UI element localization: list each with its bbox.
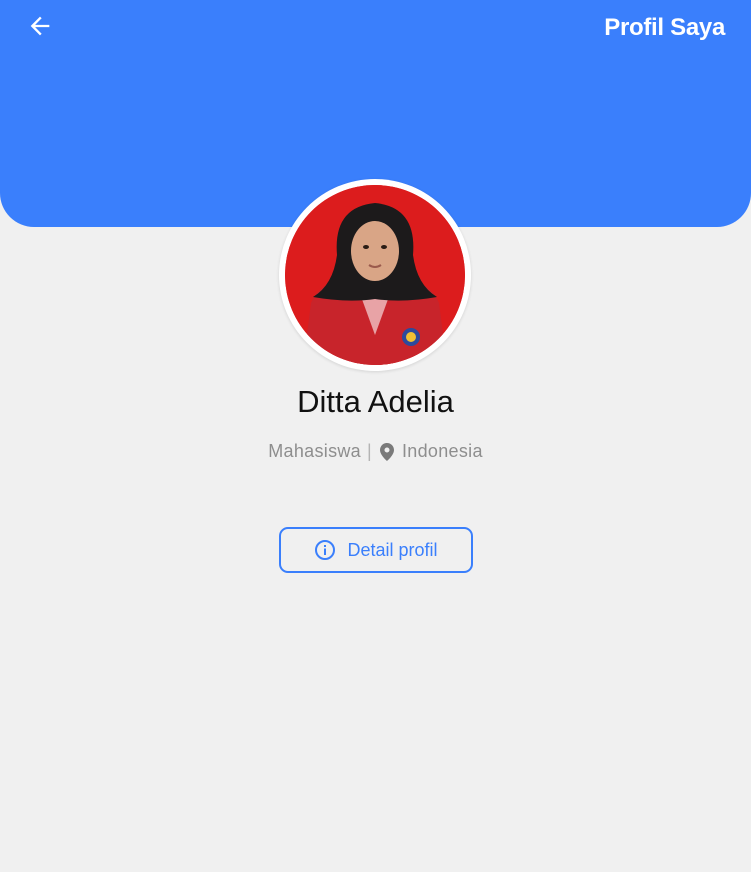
profile-photo bbox=[285, 185, 465, 365]
page-title: Profil Saya bbox=[604, 14, 725, 41]
profile-meta: Mahasiswa | Indonesia bbox=[0, 441, 751, 462]
profile-location: Indonesia bbox=[401, 441, 483, 461]
info-circle-icon bbox=[314, 539, 336, 561]
detail-profile-label: Detail profil bbox=[347, 539, 438, 560]
back-button[interactable] bbox=[20, 10, 60, 46]
location-pin-icon bbox=[379, 442, 394, 461]
meta-separator: | bbox=[367, 441, 372, 461]
profile-role: Mahasiswa bbox=[268, 441, 361, 461]
profile-name: Ditta Adelia bbox=[297, 384, 454, 419]
arrow-left-icon bbox=[26, 12, 54, 45]
avatar bbox=[279, 179, 471, 371]
detail-profile-button[interactable]: Detail profil bbox=[279, 527, 473, 573]
